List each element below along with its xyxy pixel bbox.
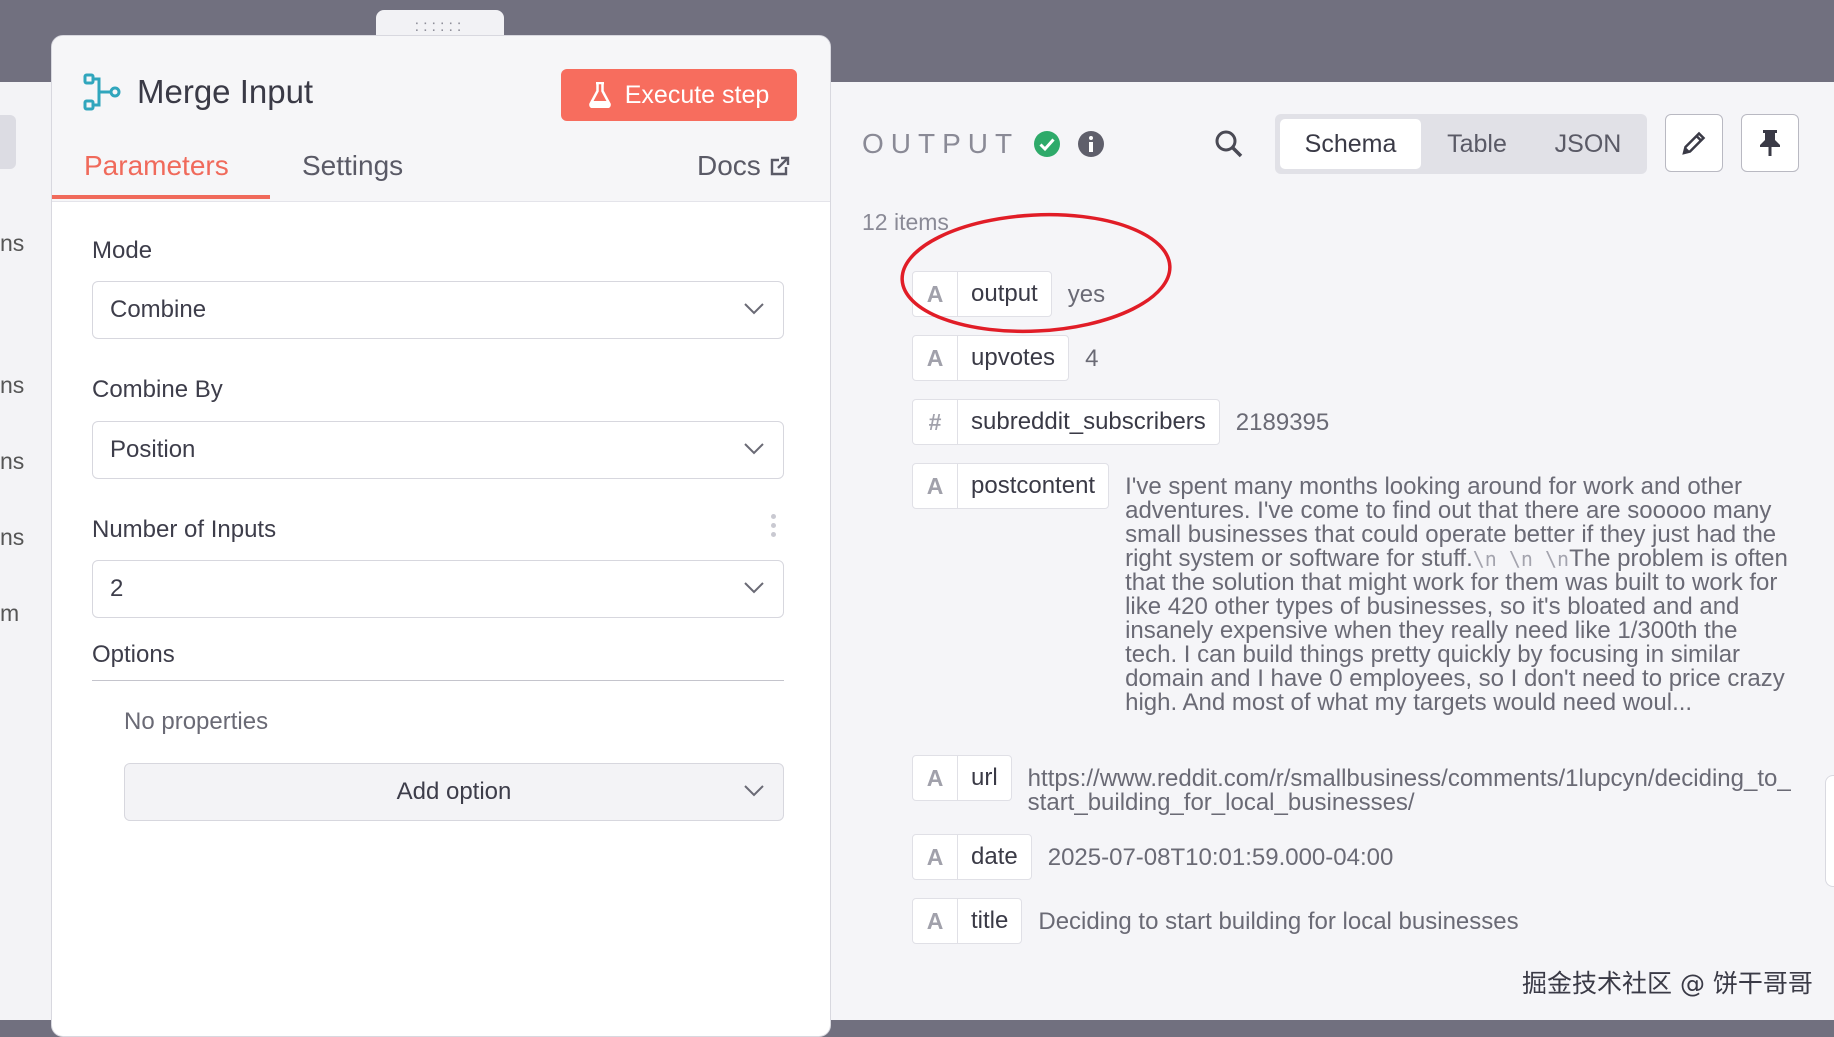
string-type-icon: A [913,898,958,944]
parameters-panel: Merge Input Execute step Parameters Sett… [51,35,831,1037]
execute-step-label: Execute step [624,80,770,109]
execute-step-button[interactable]: Execute step [561,69,797,121]
external-link-icon [770,156,789,176]
field-value-text: The problem is often that the solution t… [1125,545,1788,716]
item-count: 12 items [862,209,949,235]
field-key: title [971,907,1009,934]
no-properties-text: No properties [124,708,269,735]
combine-by-value: Position [110,436,196,463]
merge-icon [83,73,121,111]
drag-dots-icon: :::::: [414,18,466,35]
field-pill[interactable]: A upvotes [912,335,1070,381]
chevron-down-icon [744,303,764,315]
field-key: date [971,843,1018,870]
panel-edge-handle[interactable] [1825,775,1834,887]
number-of-inputs-label: Number of Inputs [92,516,277,543]
flask-icon [588,82,611,108]
schema-field-output: A output yes [912,271,1105,317]
string-type-icon: A [913,755,958,801]
field-pill[interactable]: # subreddit_subscribers [912,399,1220,445]
add-option-label: Add option [396,778,512,805]
field-value: Deciding to start building for local bus… [1038,908,1519,935]
combine-by-label: Combine By [92,376,223,403]
field-value: I've spent many months looking around fo… [1125,475,1793,715]
view-mode-toggle: Schema Table JSON [1275,114,1647,174]
panel-header: Merge Input Execute step Parameters Sett… [52,36,830,202]
field-pill[interactable]: A date [912,834,1032,880]
field-key: upvotes [971,344,1056,371]
canvas-text-fragment: ns [0,448,25,474]
field-value: yes [1067,281,1106,308]
string-type-icon: A [913,834,958,880]
newline-markers: \n \n \n [1472,547,1570,571]
field-pill[interactable]: A postcontent [912,463,1110,509]
schema-field-upvotes: A upvotes 4 [912,335,1098,381]
string-type-icon: A [913,271,958,317]
info-icon[interactable] [1077,130,1105,158]
active-tab-indicator [52,195,270,199]
field-value: https://www.reddit.com/r/smallbusiness/c… [1027,765,1791,816]
field-key: url [971,764,998,791]
canvas-text-fragment: ns [0,524,25,550]
docs-link[interactable]: Docs [697,150,791,182]
field-options-icon[interactable] [771,514,777,542]
options-label: Options [92,641,175,668]
string-type-icon: A [913,463,958,509]
pin-icon [1760,130,1780,156]
schema-field-date: A date 2025-07-08T10:01:59.000-04:00 [912,834,1393,880]
tab-parameters[interactable]: Parameters [84,150,229,182]
view-json-button[interactable]: JSON [1533,119,1643,169]
chevron-down-icon [744,582,764,594]
combine-by-select[interactable]: Position [92,421,784,479]
divider [92,680,784,681]
canvas-fragment: ns ns ns ns m [0,82,52,1020]
field-key: postcontent [971,472,1096,499]
view-schema-button[interactable]: Schema [1280,119,1421,169]
field-pill[interactable]: A url [912,755,1012,801]
add-option-select[interactable]: Add option [124,763,784,821]
chevron-down-icon [744,785,764,797]
view-table-button[interactable]: Table [1421,119,1533,169]
pin-output-button[interactable] [1741,114,1799,172]
number-type-icon: # [913,399,958,445]
pencil-icon [1682,131,1706,155]
string-type-icon: A [913,335,958,381]
chevron-down-icon [744,443,764,455]
output-title: OUTPUT [862,128,1020,159]
mode-value: Combine [110,296,207,323]
number-of-inputs-value: 2 [110,575,124,602]
docs-label: Docs [697,150,761,181]
canvas-tab[interactable] [0,115,16,169]
field-value: 4 [1085,345,1099,372]
canvas-text-fragment: ns [0,230,25,256]
watermark: 掘金技术社区 @ 饼干哥哥 [1522,969,1813,998]
edit-output-button[interactable] [1665,114,1723,172]
field-pill[interactable]: A output [912,271,1052,317]
mode-label: Mode [92,237,153,264]
field-pill[interactable]: A title [912,898,1023,944]
schema-field-subreddit-subscribers: # subreddit_subscribers 2189395 [912,399,1329,445]
success-check-icon [1034,131,1060,157]
number-of-inputs-select[interactable]: 2 [92,560,784,618]
schema-field-title: A title Deciding to start building for l… [912,898,1519,944]
field-key: subreddit_subscribers [971,408,1206,435]
field-value: 2025-07-08T10:01:59.000-04:00 [1047,844,1394,871]
schema-field-url: A url https://www.reddit.com/r/smallbusi… [912,755,1798,815]
canvas-text-fragment: ns [0,372,25,398]
search-icon[interactable] [1214,129,1244,159]
node-title: Merge Input [137,73,314,110]
canvas-text-fragment: m [0,600,20,626]
mode-select[interactable]: Combine [92,281,784,339]
schema-field-postcontent: A postcontent I've spent many months loo… [912,463,1793,715]
field-value: 2189395 [1235,409,1330,436]
field-key: output [971,280,1038,307]
tab-settings[interactable]: Settings [302,150,403,182]
